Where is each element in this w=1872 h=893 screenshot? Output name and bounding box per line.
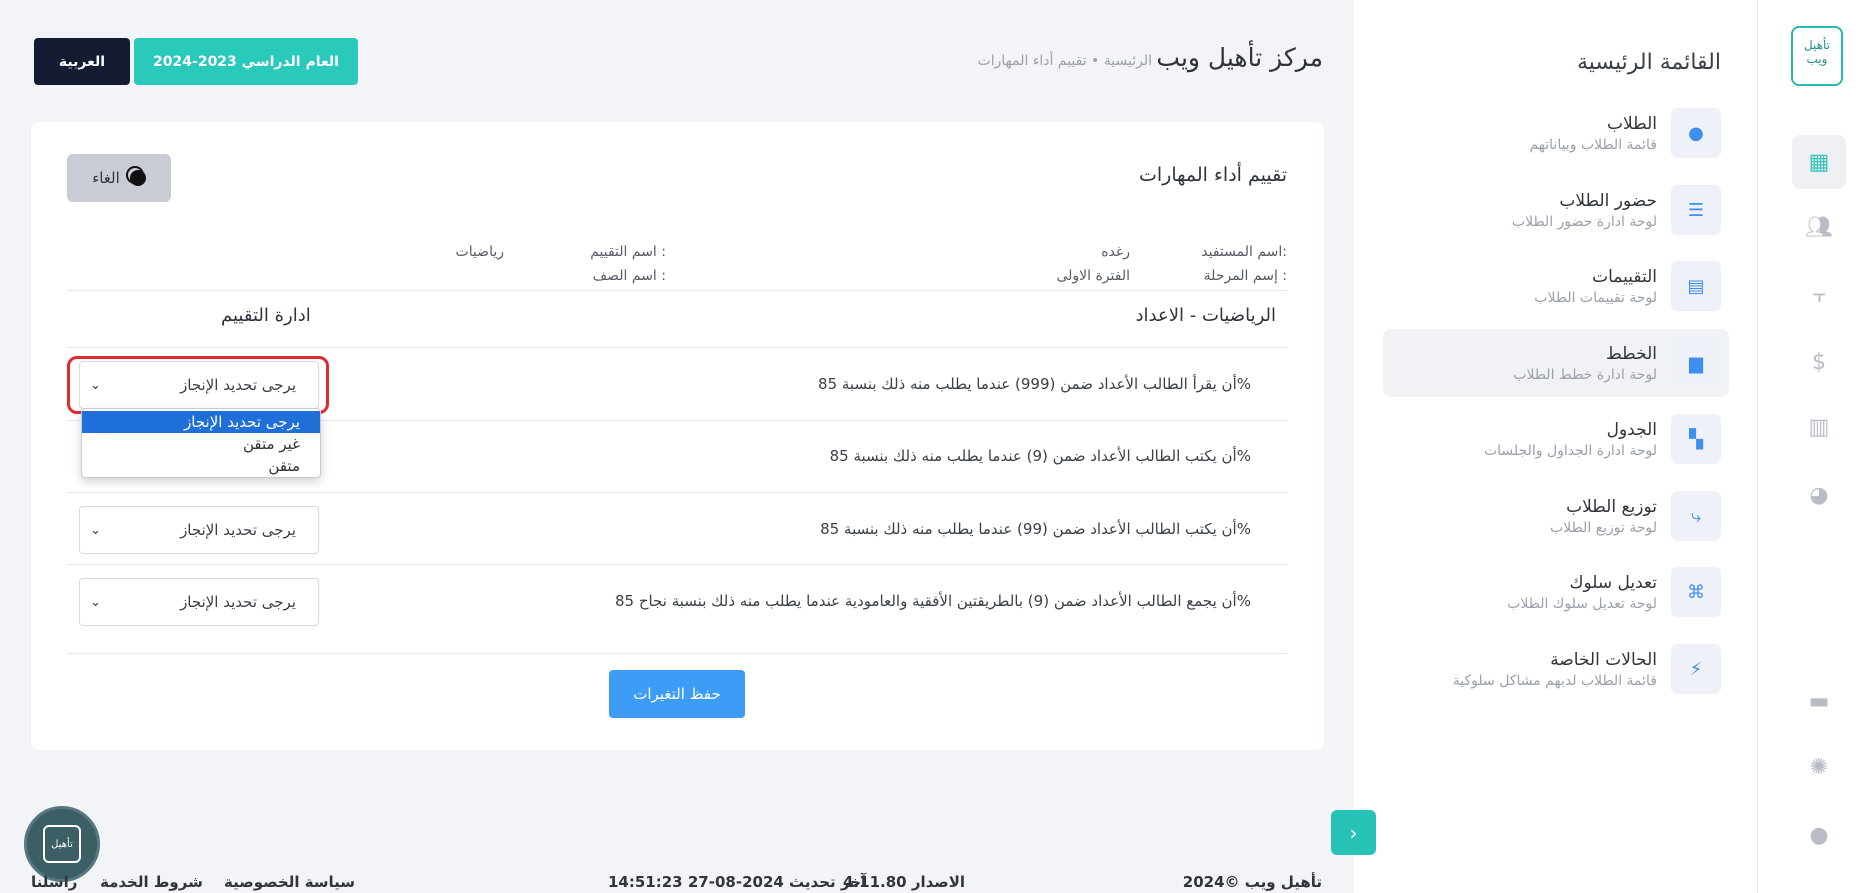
divider (67, 564, 1287, 565)
contact-link[interactable]: راسلنا (31, 873, 77, 891)
dropdown-option[interactable]: غير متقن (82, 433, 320, 455)
users-icon[interactable]: 👥︎ (1792, 200, 1846, 254)
card-title: تقييم أداء المهارات (1139, 164, 1287, 186)
save-button[interactable]: حفظ التغيرات (609, 670, 745, 718)
divider (67, 290, 1287, 291)
sidebar-item-schedule[interactable]: ▚ الجدول لوحة ادارة الجداول والجلسات (1383, 405, 1729, 473)
dropdown-option[interactable]: يرجى تحديد الإنجاز (82, 411, 320, 433)
divider (67, 653, 1287, 654)
footer-copyright: 2024© تأهيل ويب (1182, 873, 1322, 891)
sidebar-item-special-cases[interactable]: ⚡︎ الحالات الخاصة قائمة الطلاب لديهم مشاك… (1383, 635, 1729, 703)
layout-icon: ▤ (1671, 261, 1721, 311)
academic-year-button[interactable]: العام الدراسي 2023-2024 (134, 38, 358, 85)
beneficiary-label: اسم المستفيد: (1201, 244, 1287, 260)
sidebar-item-plans[interactable]: ▆ الخطط لوحة ادارة خطط الطلاب (1383, 329, 1729, 397)
dashboard-icon[interactable]: ▦ (1792, 135, 1846, 189)
sidebar-item-evaluations[interactable]: ▤ التقييمات لوحة تقييمات الطلاب (1383, 252, 1729, 320)
sidebar-item-distribution[interactable]: ⤷ توزيع الطلاب لوحة توزيع الطلاب (1383, 482, 1729, 550)
skill-row-text: أن يقرأ الطالب الأعداد ضمن (999) عندما ي… (818, 375, 1251, 393)
sidebar: القائمة الرئيسية ● الطلاب قائمة الطلاب وب… (1354, 0, 1757, 893)
building-icon[interactable]: ▥ (1792, 400, 1846, 454)
user-icon[interactable]: ● (1792, 808, 1846, 862)
divider (67, 492, 1287, 493)
evaluation-card: تقييم أداء المهارات الغاء اسم المستفيد: … (31, 122, 1324, 750)
logo-icon: تأهيل (43, 825, 81, 863)
achievement-select[interactable]: ⌄ يرجى تحديد الإنجاز (79, 506, 319, 554)
chevron-right-icon: › (1349, 820, 1358, 845)
cancel-button[interactable]: الغاء (67, 154, 171, 202)
split-icon: ⤷ (1671, 491, 1721, 541)
brush-icon[interactable]: ⫟ (1792, 268, 1846, 322)
lightning-icon: ⚡︎ (1671, 644, 1721, 694)
stage-label: إسم المرحلة : (1203, 268, 1287, 284)
list-icon: ☰ (1671, 185, 1721, 235)
support-chat-button[interactable]: تأهيل (24, 806, 100, 882)
skill-row-text: أن يكتب الطالب الأعداد ضمن (9) عندما يطل… (829, 447, 1251, 465)
command-icon: ⌘ (1671, 567, 1721, 617)
menu-title: القائمة الرئيسية (1576, 50, 1721, 75)
sidebar-item-behavior[interactable]: ⌘ تعديل سلوك لوحة تعديل سلوك الطلاب (1383, 558, 1729, 626)
cancel-icon (129, 170, 146, 186)
class-label: اسم الصف : (592, 268, 666, 284)
breadcrumb[interactable]: الرئيسية • تقييم أداء المهارات (978, 53, 1152, 69)
icon-rail: تأهيل ويب ▦ 👥︎ ⫟ $ ▥ ◕ ▬ ✺ ● (1757, 0, 1872, 893)
chevron-down-icon: ⌄ (90, 594, 101, 610)
student-icon: ● (1671, 108, 1721, 158)
evaluation-label: اسم التقييم : (590, 244, 666, 260)
divider (67, 347, 1287, 348)
terms-link[interactable]: شروط الخدمة (100, 873, 203, 891)
sidebar-toggle-button[interactable]: › (1331, 810, 1376, 855)
achievement-select[interactable]: ⌄ يرجى تحديد الإنجاز (79, 578, 319, 626)
achievement-dropdown: يرجى تحديد الإنجاز غير متقن متقن (81, 408, 321, 478)
logo[interactable]: تأهيل ويب (1791, 26, 1843, 86)
chat-icon[interactable]: ▬ (1792, 674, 1846, 728)
gear-icon[interactable]: ✺ (1792, 740, 1846, 794)
section-title: الرياضيات - الاعداد (1135, 305, 1276, 326)
skill-row-text: أن يجمع الطالب الأعداد ضمن (9) بالطريقتي… (614, 592, 1251, 610)
admin-column-title: ادارة التقييم (221, 305, 311, 326)
language-button[interactable]: العربية (34, 38, 130, 85)
footer-last-update: آخر تحديث 2024-08-27 14:51:23 (608, 873, 867, 891)
focus-highlight (67, 356, 329, 414)
pie-icon[interactable]: ◕ (1792, 468, 1846, 522)
privacy-link[interactable]: سياسة الخصوصية (224, 873, 355, 891)
grid-icon: ▚ (1671, 414, 1721, 464)
sidebar-item-students[interactable]: ● الطلاب قائمة الطلاب وبياناتهم (1383, 99, 1729, 167)
document-icon: ▆ (1671, 338, 1721, 388)
dropdown-option[interactable]: متقن (82, 455, 320, 477)
chevron-down-icon: ⌄ (90, 522, 101, 538)
page-title: مركز تأهيل ويب (1156, 43, 1323, 72)
skill-row-text: أن يكتب الطالب الأعداد ضمن (99) عندما يط… (820, 520, 1251, 538)
evaluation-value: رياضيات (455, 244, 504, 260)
sidebar-item-attendance[interactable]: ☰ حضور الطلاب لوحة ادارة حضور الطلاب (1383, 176, 1729, 244)
stage-value: الفترة الاولى (1056, 268, 1130, 284)
dollar-icon[interactable]: $ (1792, 335, 1846, 389)
beneficiary-value: رغده (1101, 244, 1130, 260)
